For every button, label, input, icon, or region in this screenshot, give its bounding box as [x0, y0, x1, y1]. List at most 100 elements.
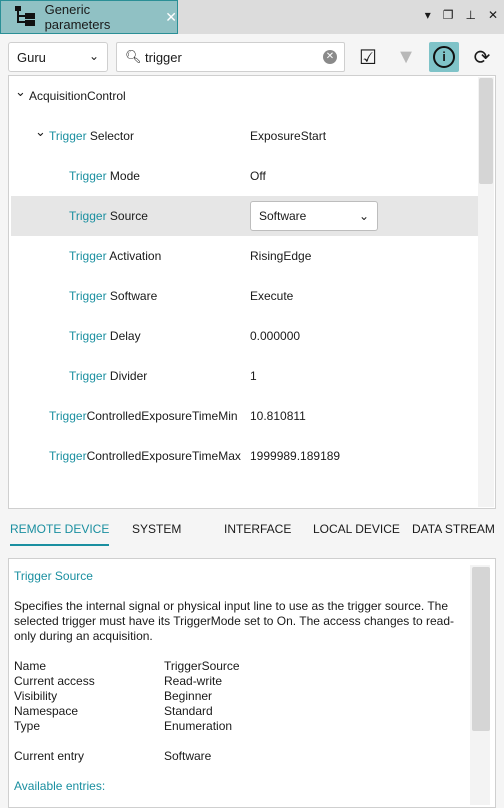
- tab-remote-device[interactable]: REMOTE DEVICE: [10, 522, 110, 546]
- tree-scrollbar[interactable]: [478, 77, 494, 507]
- parameter-value[interactable]: 1: [250, 369, 257, 383]
- chevron-down-icon: ⌄: [88, 49, 99, 63]
- tree-row[interactable]: TriggerControlledExposureTimeMin 10.81081…: [11, 396, 479, 436]
- tab-title: Generic parameters: [44, 2, 111, 32]
- info-property: Type Enumeration: [14, 719, 490, 734]
- parameter-value[interactable]: 0.000000: [250, 329, 300, 343]
- tree-icon: [15, 6, 37, 28]
- parameter-name-rest: Selector: [86, 129, 134, 143]
- parameter-value[interactable]: 1999989.189189: [250, 449, 340, 463]
- tree-row[interactable]: Trigger Activation RisingEdge: [11, 236, 479, 276]
- property-key: Visibility: [14, 689, 58, 703]
- search-icon: 🔍︎: [125, 49, 142, 64]
- property-value: Read-write: [164, 674, 223, 688]
- parameter-value: Software: [259, 209, 307, 223]
- search-input[interactable]: 🔍︎ trigger ✕: [116, 42, 345, 72]
- select-all-button[interactable]: ☑: [353, 42, 383, 72]
- tree-row[interactable]: Trigger Source Software ⌄: [11, 196, 479, 236]
- parameter-value[interactable]: ExposureStart: [250, 129, 326, 143]
- select-all-icon: ☑: [359, 46, 377, 69]
- parameter-name: Trigger Activation: [69, 249, 161, 263]
- property-value: TriggerSource: [164, 659, 240, 673]
- tree-row[interactable]: Trigger Mode Off: [11, 156, 479, 196]
- dropdown-icon[interactable]: ▾: [425, 8, 431, 22]
- parameter-value[interactable]: RisingEdge: [250, 249, 311, 263]
- property-key: Type: [14, 719, 41, 733]
- visibility-value: Guru: [17, 49, 46, 65]
- tree-row[interactable]: TriggerControlledExposureTimeMax 1999989.…: [11, 436, 479, 476]
- module-tabs: REMOTE DEVICE SYSTEM INTERFACE LOCAL DEV…: [8, 515, 496, 547]
- refresh-button[interactable]: ⟳: [467, 42, 497, 72]
- parameter-name: Trigger Source: [69, 209, 148, 223]
- info-property: Current access Read-write: [14, 674, 490, 689]
- expand-chevron-icon[interactable]: ⌄: [35, 124, 46, 140]
- title-bar: Generic parameters ✕ ▾ ❐ ⊥ ✕: [0, 0, 504, 34]
- tree-row[interactable]: ⌄ AcquisitionControl: [11, 76, 479, 116]
- property-key: Current access: [14, 674, 95, 688]
- parameter-value[interactable]: 10.810811: [250, 409, 306, 423]
- parameter-name: Trigger Divider: [69, 369, 147, 383]
- search-match: Trigger: [49, 129, 87, 143]
- search-match: Trigger: [69, 369, 107, 383]
- refresh-icon: ⟳: [473, 46, 491, 69]
- filter-icon: ▼: [396, 45, 416, 68]
- info-icon: i: [433, 46, 455, 68]
- property-value: Beginner: [164, 689, 213, 703]
- available-entries-label: Available entries:: [14, 779, 106, 793]
- search-match: Trigger: [69, 249, 107, 263]
- filter-button[interactable]: ▼: [391, 42, 421, 72]
- parameter-name-rest: Mode: [106, 169, 140, 183]
- tab-local-device[interactable]: LOCAL DEVICE: [313, 522, 400, 536]
- search-match: Trigger: [69, 169, 107, 183]
- tab-system[interactable]: SYSTEM: [132, 522, 181, 536]
- chevron-down-icon: ⌄: [358, 209, 369, 223]
- parameter-name-rest: Activation: [106, 249, 162, 263]
- clear-search-icon[interactable]: ✕: [323, 50, 337, 64]
- parameter-name-rest: Source: [106, 209, 148, 223]
- parameter-name-rest: Divider: [106, 369, 148, 383]
- parameter-name-rest: Delay: [106, 329, 141, 343]
- trigger-source-select[interactable]: Software ⌄: [250, 201, 378, 231]
- tree-row[interactable]: Trigger Software Execute: [11, 276, 479, 316]
- tree-row[interactable]: Trigger Delay 0.000000: [11, 316, 479, 356]
- tab-data-stream[interactable]: DATA STREAM: [412, 522, 495, 536]
- info-button[interactable]: i: [429, 42, 459, 72]
- parameter-name-rest: Software: [106, 289, 158, 303]
- search-value: trigger: [145, 49, 182, 65]
- info-description: Specifies the internal signal or physica…: [14, 599, 454, 643]
- restore-icon[interactable]: ❐: [443, 8, 454, 22]
- tree-row[interactable]: Trigger Divider 1: [11, 356, 479, 396]
- parameter-value[interactable]: Off: [250, 169, 266, 183]
- visibility-select[interactable]: Guru ⌄: [8, 42, 108, 72]
- search-match: Trigger: [49, 409, 87, 423]
- info-property: Name TriggerSource: [14, 659, 490, 674]
- property-key: Namespace: [14, 704, 79, 718]
- property-value: Enumeration: [164, 719, 233, 733]
- parameter-name: Trigger Mode: [69, 169, 140, 183]
- current-entry-label: Current entry: [14, 749, 85, 763]
- close-icon[interactable]: ✕: [488, 8, 498, 22]
- property-value: Standard: [164, 704, 213, 718]
- expand-chevron-icon[interactable]: ⌄: [15, 84, 26, 100]
- parameter-name: Trigger Software: [69, 289, 157, 303]
- search-match: Trigger: [69, 209, 107, 223]
- parameter-name-rest: ControlledExposureTimeMax: [86, 449, 241, 463]
- close-tab-icon[interactable]: ✕: [165, 9, 177, 26]
- parameter-name-rest: ControlledExposureTimeMin: [86, 409, 238, 423]
- parameter-name: TriggerControlledExposureTimeMax: [49, 449, 241, 463]
- parameter-tree: TriggerControlledExposureTimeMax 1999989.…: [8, 75, 496, 509]
- tab-generic-parameters[interactable]: Generic parameters ✕: [0, 0, 178, 34]
- parameter-name: AcquisitionControl: [29, 89, 126, 103]
- tree-row[interactable]: ⌄ Trigger Selector ExposureStart: [11, 116, 479, 156]
- pin-icon[interactable]: ⊥: [465, 8, 475, 22]
- info-scrollbar[interactable]: [470, 565, 490, 805]
- current-entry-value: Software: [164, 749, 212, 763]
- parameter-name-rest: AcquisitionControl: [29, 89, 126, 103]
- info-panel: Trigger Source Specifies the internal si…: [8, 558, 496, 808]
- parameter-name: Trigger Delay: [69, 329, 141, 343]
- tab-interface[interactable]: INTERFACE: [224, 522, 291, 536]
- parameter-name: TriggerControlledExposureTimeMin: [49, 409, 238, 423]
- parameter-value[interactable]: Execute: [250, 289, 293, 303]
- info-property: Namespace Standard: [14, 704, 490, 719]
- info-property: Visibility Beginner: [14, 689, 490, 704]
